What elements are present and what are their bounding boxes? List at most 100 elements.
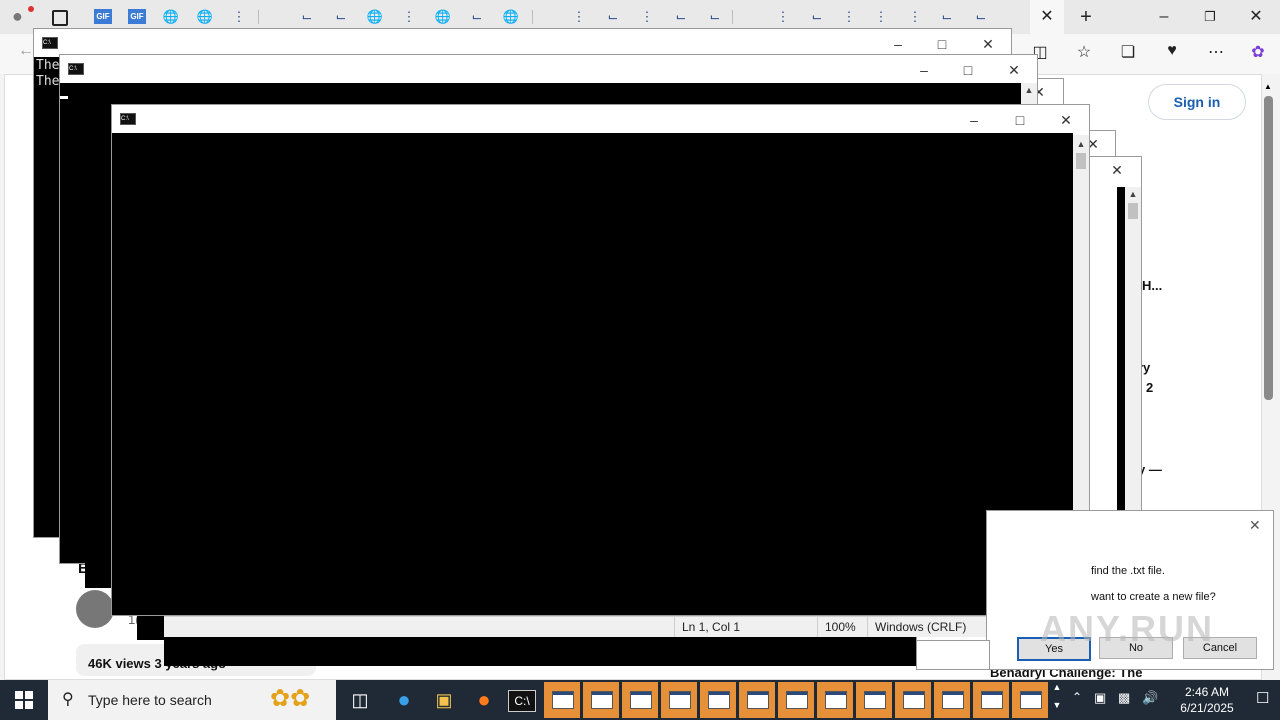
cmd-window-back-c[interactable]: ✕ ▲ xyxy=(1086,156,1142,512)
clock-date: 6/21/2025 xyxy=(1180,701,1234,715)
taskbar-window-button[interactable] xyxy=(778,682,814,718)
globe-tab-icon[interactable]: 🌐 xyxy=(434,8,452,26)
taskbar-scroll[interactable]: ▲ ▼ xyxy=(1050,682,1064,718)
firefox-icon[interactable]: ● xyxy=(470,686,498,714)
gif-tab-icon[interactable]: GIF xyxy=(94,9,112,24)
vertical-scrollbar[interactable]: ▲ xyxy=(1125,187,1141,511)
cmd-icon: C:\ xyxy=(120,113,136,125)
cmd-taskbar-icon[interactable]: C:\ xyxy=(508,690,536,712)
minimize-icon[interactable]: – xyxy=(1150,6,1178,28)
sign-in-button[interactable]: Sign in xyxy=(1148,84,1246,120)
scroll-up-icon[interactable]: ▲ xyxy=(1050,682,1064,692)
globe-tab-icon[interactable]: 🌐 xyxy=(196,8,214,26)
scroll-thumb[interactable] xyxy=(1076,153,1086,169)
channel-avatar[interactable] xyxy=(76,590,114,628)
notifications-icon[interactable]: ☐ xyxy=(1256,689,1269,707)
close-icon[interactable]: ✕ xyxy=(968,33,1008,55)
title-bar[interactable]: C:\ – □ ✕ xyxy=(34,29,1011,57)
taskbar-window-button[interactable] xyxy=(817,682,853,718)
collections-icon[interactable]: ❏ xyxy=(1116,42,1140,66)
cmd-window-sliver[interactable] xyxy=(164,636,917,666)
taskbar-window-button[interactable] xyxy=(739,682,775,718)
console-area[interactable] xyxy=(112,133,1073,615)
edge-icon[interactable]: ● xyxy=(390,686,418,714)
taskbar-window-button[interactable] xyxy=(973,682,1009,718)
loading-tab-icon[interactable]: ⋮ xyxy=(230,8,248,26)
minimize-icon[interactable]: – xyxy=(904,59,944,81)
taskbar-window-button[interactable] xyxy=(544,682,580,718)
network-icon[interactable]: ▣ xyxy=(1094,690,1106,706)
browser-essentials-icon[interactable]: ♥ xyxy=(1160,42,1184,66)
close-window-icon[interactable]: ✕ xyxy=(1242,6,1270,28)
taskbar-window-button[interactable] xyxy=(661,682,697,718)
scroll-up-icon[interactable]: ▲ xyxy=(1125,187,1141,201)
minimize-icon[interactable]: – xyxy=(878,33,918,55)
show-hidden-icons-icon[interactable]: ⌃ xyxy=(1072,690,1082,704)
loading-tab-icon[interactable]: ⌙ xyxy=(604,8,622,26)
loading-tab-icon[interactable]: ⌙ xyxy=(972,8,990,26)
taskbar-search[interactable]: ⚲ Type here to search ✿✿ xyxy=(48,680,336,720)
start-button[interactable] xyxy=(0,680,48,720)
maximize-icon[interactable]: □ xyxy=(1000,109,1040,131)
watermark: ANY.RUN xyxy=(1040,608,1215,649)
loading-tab-icon[interactable]: ⌙ xyxy=(298,8,316,26)
globe-tab-icon[interactable]: 🌐 xyxy=(162,8,180,26)
globe-tab-icon[interactable]: 🌐 xyxy=(502,8,520,26)
restore-icon[interactable]: ❐ xyxy=(1196,6,1224,28)
minimize-icon[interactable]: – xyxy=(954,109,994,131)
loading-tab-icon[interactable]: ⋮ xyxy=(570,8,588,26)
clock[interactable]: 2:46 AM 6/21/2025 xyxy=(1166,684,1248,716)
title-bar[interactable]: C:\ – □ ✕ xyxy=(60,55,1037,83)
loading-tab-icon[interactable]: ⋮ xyxy=(638,8,656,26)
close-icon[interactable]: ✕ xyxy=(994,59,1034,81)
volume-icon[interactable]: 🔊 xyxy=(1142,690,1158,706)
scroll-up-icon[interactable]: ▲ xyxy=(1021,83,1037,97)
task-view-icon[interactable]: ◫ xyxy=(346,686,374,714)
close-icon[interactable]: ✕ xyxy=(1046,109,1086,131)
console-line: The xyxy=(36,58,60,73)
loading-tab-icon[interactable]: ⌙ xyxy=(808,8,826,26)
cmd-window-3[interactable]: C:\ – □ ✕ ▲ ▼ xyxy=(111,104,1090,616)
loading-tab-icon[interactable]: ⌙ xyxy=(706,8,724,26)
taskbar-window-button[interactable] xyxy=(895,682,931,718)
more-options-icon[interactable]: ⋯ xyxy=(1204,42,1228,66)
new-tab-icon[interactable]: + xyxy=(1074,5,1098,29)
taskbar-window-button[interactable] xyxy=(700,682,736,718)
dialog-message-line2: want to create a new file? xyxy=(1091,591,1216,603)
ethernet-icon[interactable]: ▩ xyxy=(1118,690,1130,706)
title-bar[interactable]: C:\ – □ ✕ xyxy=(112,105,1089,133)
close-icon[interactable]: ✕ xyxy=(1097,159,1137,181)
loading-tab-icon[interactable]: ⌙ xyxy=(332,8,350,26)
gif-tab-icon[interactable]: GIF xyxy=(128,9,146,24)
close-tab-icon[interactable]: ✕ xyxy=(1038,8,1056,26)
scroll-down-icon[interactable]: ▼ xyxy=(1050,700,1064,710)
loading-tab-icon[interactable]: ⋮ xyxy=(840,8,858,26)
globe-tab-icon[interactable]: 🌐 xyxy=(366,8,384,26)
loading-tab-icon[interactable]: ⌙ xyxy=(938,8,956,26)
active-tab[interactable]: ✕ xyxy=(1030,0,1064,34)
loading-tab-icon[interactable]: ⋮ xyxy=(872,8,890,26)
cmd-window-sliver[interactable] xyxy=(137,612,167,640)
maximize-icon[interactable]: □ xyxy=(948,59,988,81)
taskbar-window-button[interactable] xyxy=(1012,682,1048,718)
scroll-up-arrow-icon[interactable]: ▲ xyxy=(1264,82,1272,91)
loading-tab-icon[interactable]: ⋮ xyxy=(774,8,792,26)
scroll-up-icon[interactable]: ▲ xyxy=(1073,137,1089,151)
maximize-icon[interactable]: □ xyxy=(922,33,962,55)
text-cursor xyxy=(60,96,68,99)
loading-tab-icon[interactable]: ⋮ xyxy=(400,8,418,26)
taskbar-window-button[interactable] xyxy=(934,682,970,718)
copilot-icon[interactable]: ✿ xyxy=(1246,42,1270,66)
taskbar-window-button[interactable] xyxy=(622,682,658,718)
loading-tab-icon[interactable]: ⌙ xyxy=(468,8,486,26)
favorites-icon[interactable]: ☆ xyxy=(1072,42,1096,66)
page-scrollbar-thumb[interactable] xyxy=(1264,96,1273,400)
file-explorer-icon[interactable]: ▣ xyxy=(430,686,458,714)
loading-tab-icon[interactable]: ⌙ xyxy=(672,8,690,26)
taskbar-window-button[interactable] xyxy=(856,682,892,718)
loading-tab-icon[interactable]: ⋮ xyxy=(906,8,924,26)
taskbar-window-button[interactable] xyxy=(583,682,619,718)
console-area[interactable] xyxy=(1117,187,1125,511)
close-icon[interactable]: ✕ xyxy=(1249,517,1261,534)
tab-actions-icon[interactable] xyxy=(52,10,68,26)
